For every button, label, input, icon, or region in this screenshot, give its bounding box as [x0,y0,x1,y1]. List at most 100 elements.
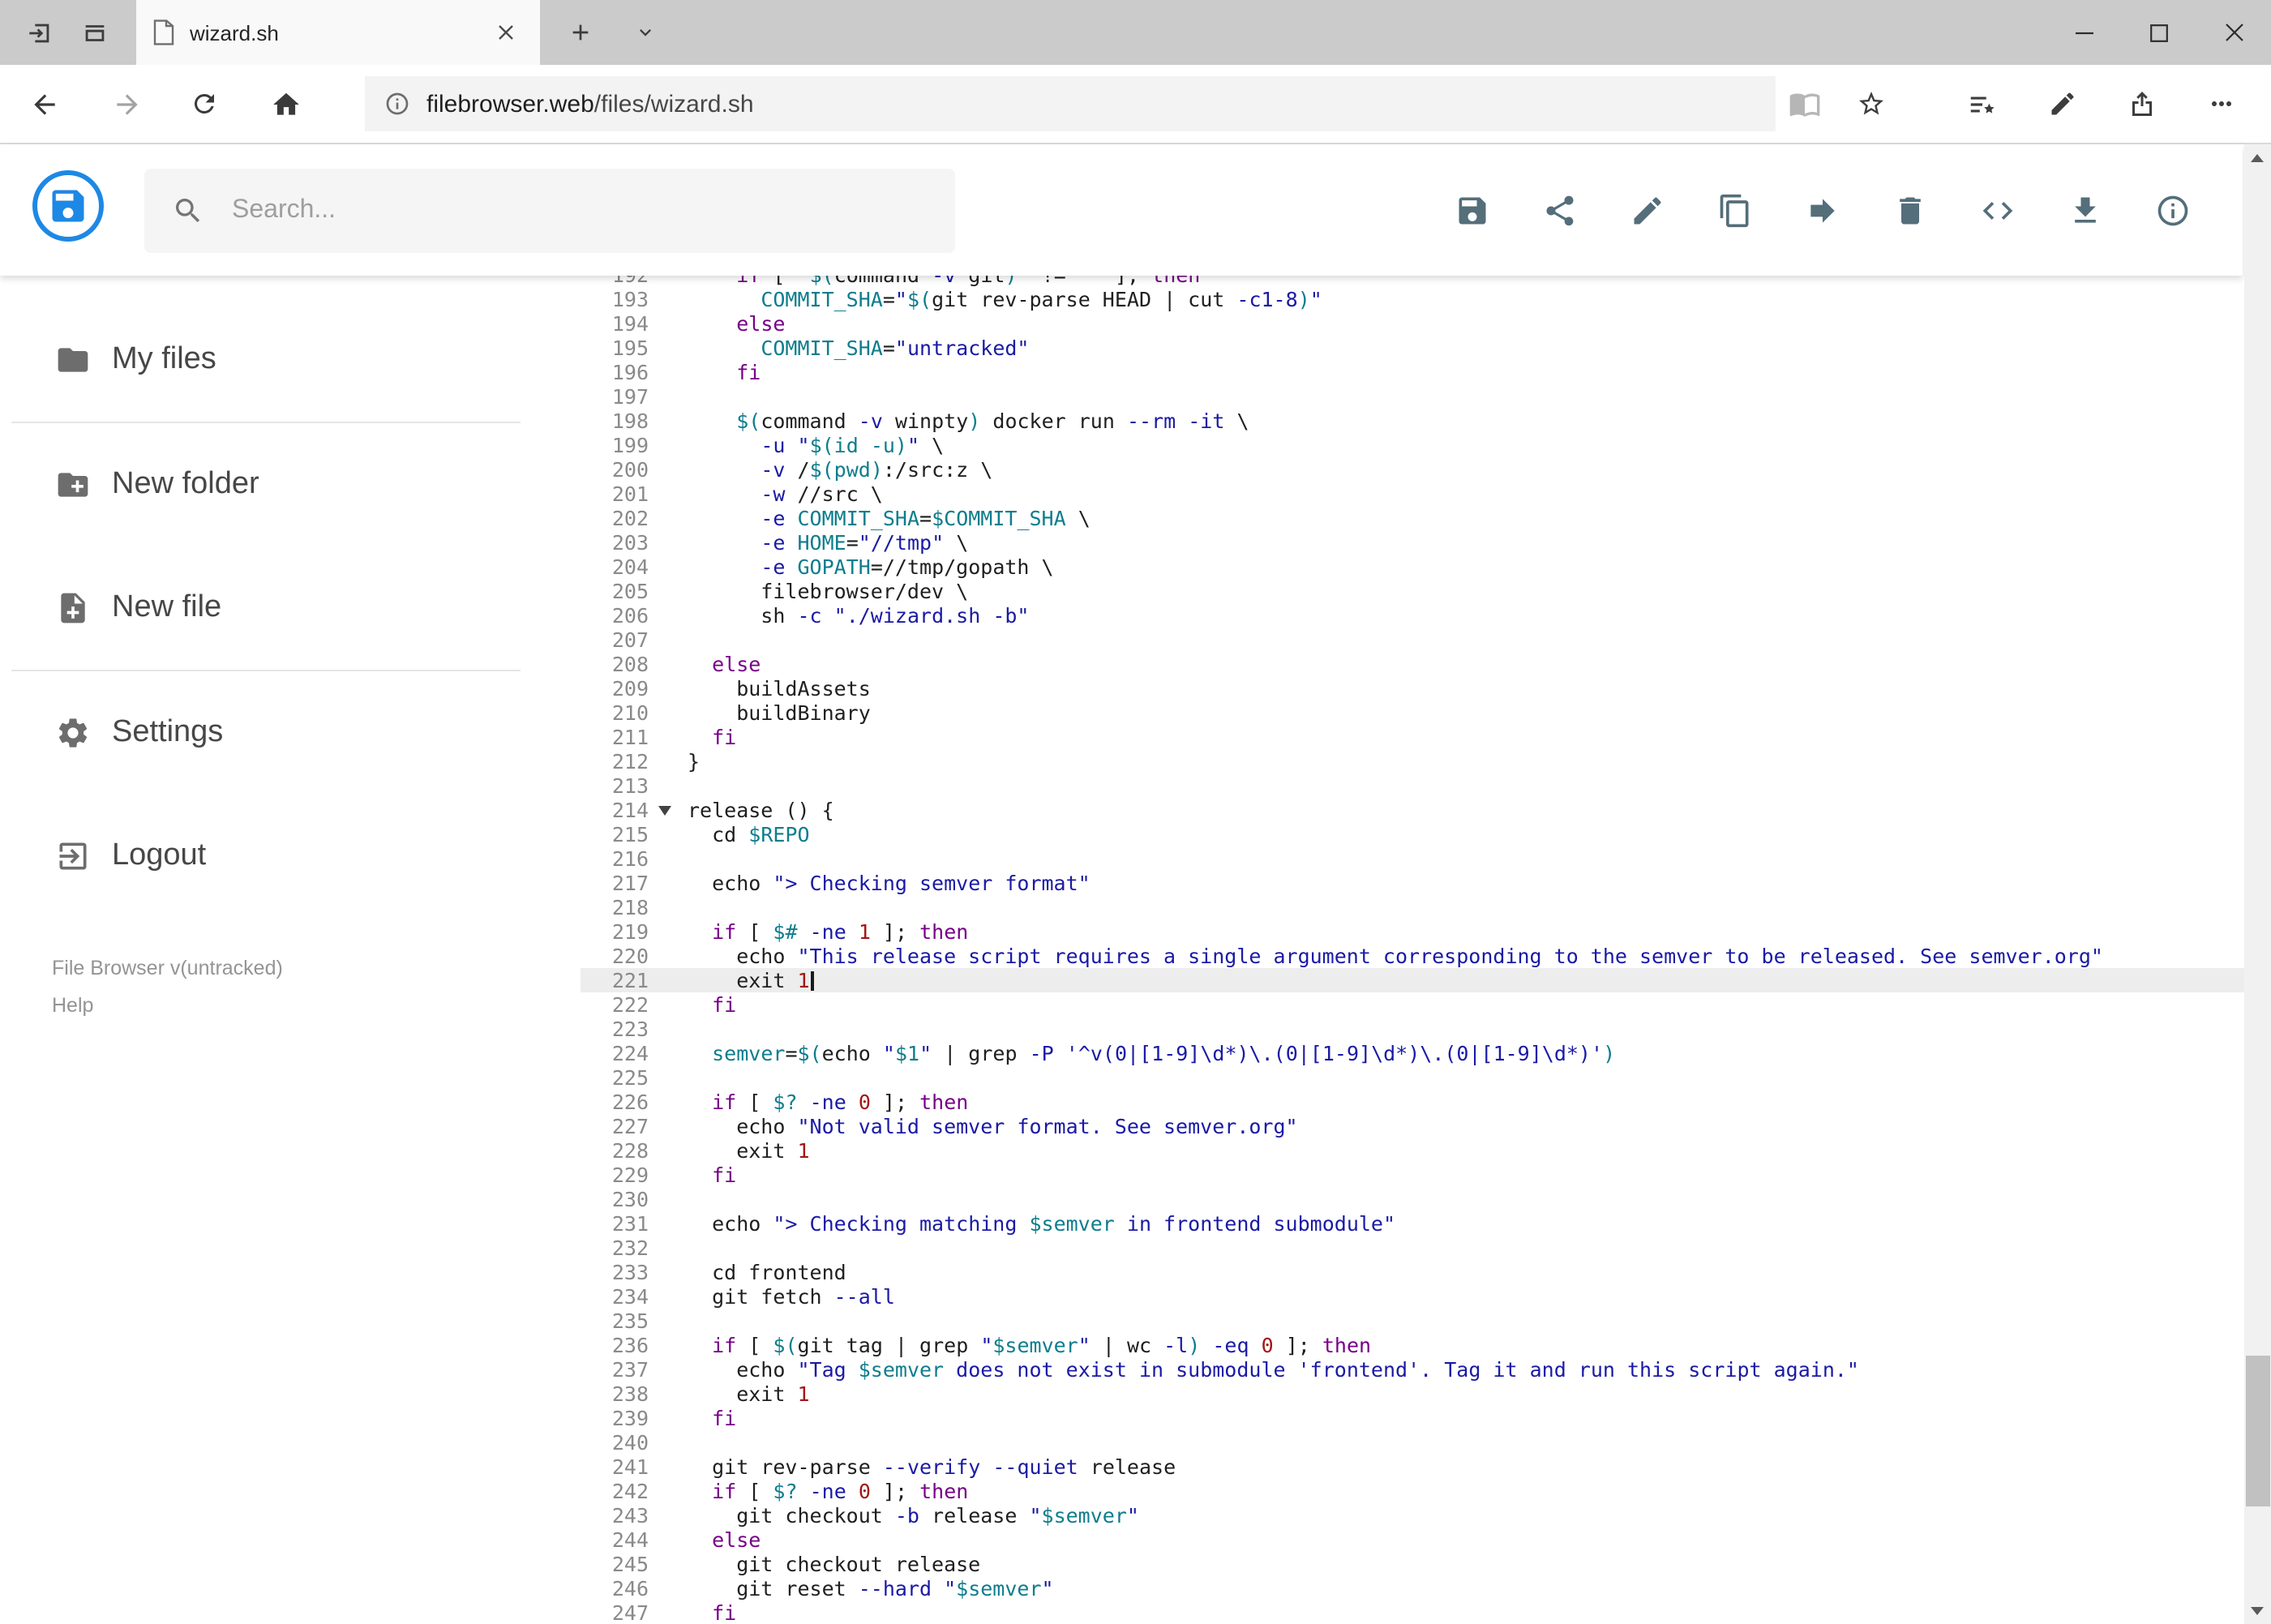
code-line[interactable]: 209 buildAssets [581,676,2243,701]
info-circle-icon[interactable] [384,91,410,117]
code-line[interactable]: 235 [581,1309,2243,1333]
refresh-icon[interactable] [178,78,230,130]
copy-button[interactable] [1717,192,1753,228]
code-line[interactable]: 230 [581,1187,2243,1211]
code-line[interactable]: 238 exit 1 [581,1382,2243,1406]
code-line[interactable]: 197 [581,384,2243,409]
code-line[interactable]: 207 [581,628,2243,652]
share-button[interactable] [1542,192,1578,228]
code-line[interactable]: 192 if [ "$(command -v git)" != "" ]; th… [581,276,2243,287]
rename-button[interactable] [1630,192,1665,228]
code-line[interactable]: 217 echo "> Checking semver format" [581,871,2243,895]
fold-toggle-icon[interactable] [658,806,671,816]
code-line[interactable]: 215 cd $REPO [581,822,2243,846]
code-line[interactable]: 241 git rev-parse --verify --quiet relea… [581,1455,2243,1479]
minimize-icon[interactable] [2047,0,2122,65]
tab-close-icon[interactable] [488,15,524,50]
code-line[interactable]: 196 fi [581,360,2243,384]
address-bar[interactable]: filebrowser.web/files/wizard.sh [365,76,1776,131]
code-line[interactable]: 232 [581,1236,2243,1260]
code-line[interactable]: 212} [581,749,2243,773]
more-options-icon[interactable] [2196,78,2247,130]
scrollbar-thumb[interactable] [2245,1356,2269,1506]
code-line[interactable]: 205 filebrowser/dev \ [581,579,2243,603]
code-line[interactable]: 247 fi [581,1600,2243,1624]
code-line[interactable]: 199 -u "$(id -u)" \ [581,433,2243,457]
maximize-icon[interactable] [2122,0,2196,65]
code-line[interactable]: 195 COMMIT_SHA="untracked" [581,336,2243,360]
sidebar-item-new-file[interactable]: New file [0,546,581,670]
code-line[interactable]: 211 fi [581,725,2243,749]
code-line[interactable]: 223 [581,1017,2243,1041]
web-note-pen-icon[interactable] [2037,78,2089,130]
tabs-you-set-aside-icon[interactable] [71,10,117,55]
info-button[interactable] [2155,192,2191,228]
code-editor[interactable]: 192 if [ "$(command -v git)" != "" ]; th… [581,276,2243,1624]
code-line[interactable]: 193 COMMIT_SHA="$(git rev-parse HEAD | c… [581,287,2243,311]
code-line[interactable]: 214 release () { [581,798,2243,822]
save-button[interactable] [1455,192,1490,228]
code-line[interactable]: 210 buildBinary [581,701,2243,725]
code-line[interactable]: 228 exit 1 [581,1138,2243,1163]
code-line[interactable]: 237 echo "Tag $semver does not exist in … [581,1357,2243,1382]
code-line[interactable]: 226 if [ $? -ne 0 ]; then [581,1090,2243,1114]
sidebar-item-logout[interactable]: Logout [0,795,581,918]
search-box[interactable] [144,169,955,253]
code-line[interactable]: 243 git checkout -b release "$semver" [581,1503,2243,1528]
move-button[interactable] [1805,192,1840,228]
forward-icon[interactable] [101,78,152,130]
code-line[interactable]: 216 [581,846,2243,871]
close-icon[interactable] [2196,0,2271,65]
code-line[interactable]: 229 fi [581,1163,2243,1187]
code-line[interactable]: 245 git checkout release [581,1552,2243,1576]
scroll-up-arrow[interactable] [2243,144,2271,172]
browser-tab[interactable]: wizard.sh [136,0,540,65]
sidebar-item-settings[interactable]: Settings [0,671,581,795]
code-line[interactable]: 225 [581,1065,2243,1090]
code-line[interactable]: 202 -e COMMIT_SHA=$COMMIT_SHA \ [581,506,2243,530]
delete-button[interactable] [1892,192,1928,228]
code-line[interactable]: 198 $(command -v winpty) docker run --rm… [581,409,2243,433]
code-line[interactable]: 221 exit 1 [581,968,2243,992]
filebrowser-logo-icon[interactable] [32,170,104,242]
hub-icon[interactable] [1956,78,2007,130]
scroll-down-arrow[interactable] [2243,1596,2271,1624]
code-line[interactable]: 218 [581,895,2243,919]
code-line[interactable]: 204 -e GOPATH=//tmp/gopath \ [581,555,2243,579]
code-line[interactable]: 240 [581,1430,2243,1455]
reading-view-icon[interactable] [1779,78,1831,130]
code-line[interactable]: 213 [581,773,2243,798]
set-tabs-aside-icon[interactable] [16,10,62,55]
code-line[interactable]: 200 -v /$(pwd):/src:z \ [581,457,2243,482]
code-line[interactable]: 246 git reset --hard "$semver" [581,1576,2243,1600]
code-line[interactable]: 224 semver=$(echo "$1" | grep -P '^v(0|[… [581,1041,2243,1065]
help-link[interactable]: Help [52,991,283,1022]
back-icon[interactable] [18,78,70,130]
new-tab-icon[interactable] [558,10,603,55]
search-input[interactable] [229,195,928,227]
share-arrow-icon[interactable] [2116,78,2168,130]
sidebar-item-my-files[interactable]: My files [0,298,581,422]
code-line[interactable]: 242 if [ $? -ne 0 ]; then [581,1479,2243,1503]
code-line[interactable]: 231 echo "> Checking matching $semver in… [581,1211,2243,1236]
code-line[interactable]: 234 git fetch --all [581,1284,2243,1309]
code-line[interactable]: 203 -e HOME="//tmp" \ [581,530,2243,555]
code-line[interactable]: 219 if [ $# -ne 1 ]; then [581,919,2243,944]
code-line[interactable]: 194 else [581,311,2243,336]
sidebar-item-new-folder[interactable]: New folder [0,423,581,546]
code-line[interactable]: 222 fi [581,992,2243,1017]
code-line[interactable]: 239 fi [581,1406,2243,1430]
scrollbar[interactable] [2243,144,2271,1624]
code-line[interactable]: 201 -w //src \ [581,482,2243,506]
download-button[interactable] [2067,192,2103,228]
source-view-button[interactable] [1980,192,2016,228]
tab-preview-chevron-icon[interactable] [623,10,668,55]
code-line[interactable]: 236 if [ $(git tag | grep "$semver" | wc… [581,1333,2243,1357]
code-line[interactable]: 206 sh -c "./wizard.sh -b" [581,603,2243,628]
home-icon[interactable] [259,78,311,130]
code-line[interactable]: 220 echo "This release script requires a… [581,944,2243,968]
favorite-star-icon[interactable] [1845,78,1897,130]
code-line[interactable]: 233 cd frontend [581,1260,2243,1284]
code-line[interactable]: 208 else [581,652,2243,676]
code-line[interactable]: 227 echo "Not valid semver format. See s… [581,1114,2243,1138]
